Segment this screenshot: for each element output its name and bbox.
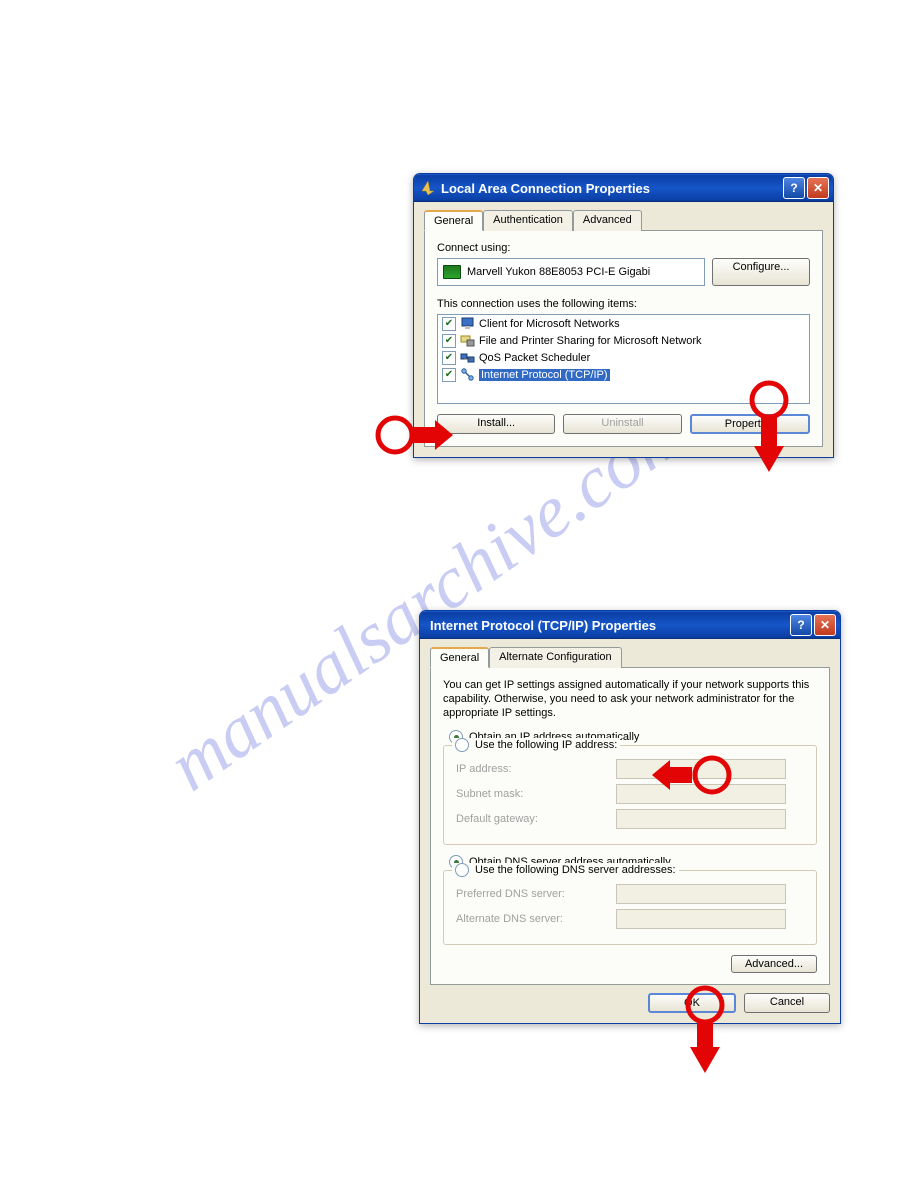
uninstall-button: Uninstall bbox=[563, 414, 681, 434]
radio-label: Use the following IP address: bbox=[475, 739, 617, 751]
qos-icon bbox=[460, 350, 475, 365]
gateway-field bbox=[616, 809, 786, 829]
lac-tabstrip: General Authentication Advanced bbox=[424, 209, 823, 231]
list-item-label: Internet Protocol (TCP/IP) bbox=[479, 369, 610, 381]
tab-alternate[interactable]: Alternate Configuration bbox=[489, 647, 622, 668]
alt-dns-field bbox=[616, 909, 786, 929]
tab-general[interactable]: General bbox=[430, 647, 489, 668]
lac-properties-window: Local Area Connection Properties ? ✕ Gen… bbox=[413, 173, 834, 458]
list-item-label: File and Printer Sharing for Microsoft N… bbox=[479, 335, 702, 347]
subnet-field bbox=[616, 784, 786, 804]
list-item[interactable]: ✔ Internet Protocol (TCP/IP) bbox=[438, 366, 809, 383]
checkbox-icon[interactable]: ✔ bbox=[442, 368, 456, 382]
radio-icon[interactable] bbox=[455, 863, 469, 877]
lac-titlebar-icon bbox=[420, 180, 436, 196]
tab-authentication[interactable]: Authentication bbox=[483, 210, 573, 231]
alt-dns-label: Alternate DNS server: bbox=[456, 913, 606, 925]
list-item-label: QoS Packet Scheduler bbox=[479, 352, 590, 364]
checkbox-icon[interactable]: ✔ bbox=[442, 334, 456, 348]
close-button[interactable]: ✕ bbox=[814, 614, 836, 636]
tcpip-tabstrip: General Alternate Configuration bbox=[430, 646, 830, 668]
install-button[interactable]: Install... bbox=[437, 414, 555, 434]
help-button[interactable]: ? bbox=[790, 614, 812, 636]
list-item-label: Client for Microsoft Networks bbox=[479, 318, 620, 330]
cancel-button[interactable]: Cancel bbox=[744, 993, 830, 1013]
advanced-button[interactable]: Advanced... bbox=[731, 955, 817, 973]
list-item[interactable]: ✔ File and Printer Sharing for Microsoft… bbox=[438, 332, 809, 349]
pref-dns-field bbox=[616, 884, 786, 904]
nic-icon bbox=[443, 265, 461, 279]
radio-use-ip[interactable]: Use the following IP address: bbox=[455, 738, 617, 752]
tcpip-titlebar[interactable]: Internet Protocol (TCP/IP) Properties ? … bbox=[420, 611, 840, 639]
client-icon bbox=[460, 316, 475, 331]
ok-button[interactable]: OK bbox=[648, 993, 736, 1013]
gateway-label: Default gateway: bbox=[456, 813, 606, 825]
tab-advanced[interactable]: Advanced bbox=[573, 210, 642, 231]
share-icon bbox=[460, 333, 475, 348]
checkbox-icon[interactable]: ✔ bbox=[442, 317, 456, 331]
tcpip-icon bbox=[460, 367, 475, 382]
checkbox-icon[interactable]: ✔ bbox=[442, 351, 456, 365]
adapter-box[interactable]: Marvell Yukon 88E8053 PCI-E Gigabi bbox=[437, 258, 705, 286]
ip-address-field bbox=[616, 759, 786, 779]
configure-button[interactable]: Configure... bbox=[712, 258, 810, 286]
radio-label: Use the following DNS server addresses: bbox=[475, 864, 676, 876]
tcpip-title: Internet Protocol (TCP/IP) Properties bbox=[426, 618, 788, 633]
connect-using-label: Connect using: bbox=[437, 242, 810, 254]
help-button[interactable]: ? bbox=[783, 177, 805, 199]
adapter-name: Marvell Yukon 88E8053 PCI-E Gigabi bbox=[467, 266, 650, 278]
radio-icon[interactable] bbox=[455, 738, 469, 752]
tcpip-description: You can get IP settings assigned automat… bbox=[443, 679, 817, 720]
ip-address-label: IP address: bbox=[456, 763, 606, 775]
pref-dns-label: Preferred DNS server: bbox=[456, 888, 606, 900]
close-button[interactable]: ✕ bbox=[807, 177, 829, 199]
items-label: This connection uses the following items… bbox=[437, 298, 810, 310]
tab-general[interactable]: General bbox=[424, 210, 483, 231]
subnet-label: Subnet mask: bbox=[456, 788, 606, 800]
list-item[interactable]: ✔ QoS Packet Scheduler bbox=[438, 349, 809, 366]
tcpip-properties-window: Internet Protocol (TCP/IP) Properties ? … bbox=[419, 610, 841, 1024]
lac-titlebar[interactable]: Local Area Connection Properties ? ✕ bbox=[414, 174, 833, 202]
items-list[interactable]: ✔ Client for Microsoft Networks ✔ File a… bbox=[437, 314, 810, 404]
radio-use-dns[interactable]: Use the following DNS server addresses: bbox=[455, 863, 676, 877]
lac-title: Local Area Connection Properties bbox=[441, 181, 781, 196]
properties-button[interactable]: Properties bbox=[690, 414, 810, 434]
list-item[interactable]: ✔ Client for Microsoft Networks bbox=[438, 315, 809, 332]
